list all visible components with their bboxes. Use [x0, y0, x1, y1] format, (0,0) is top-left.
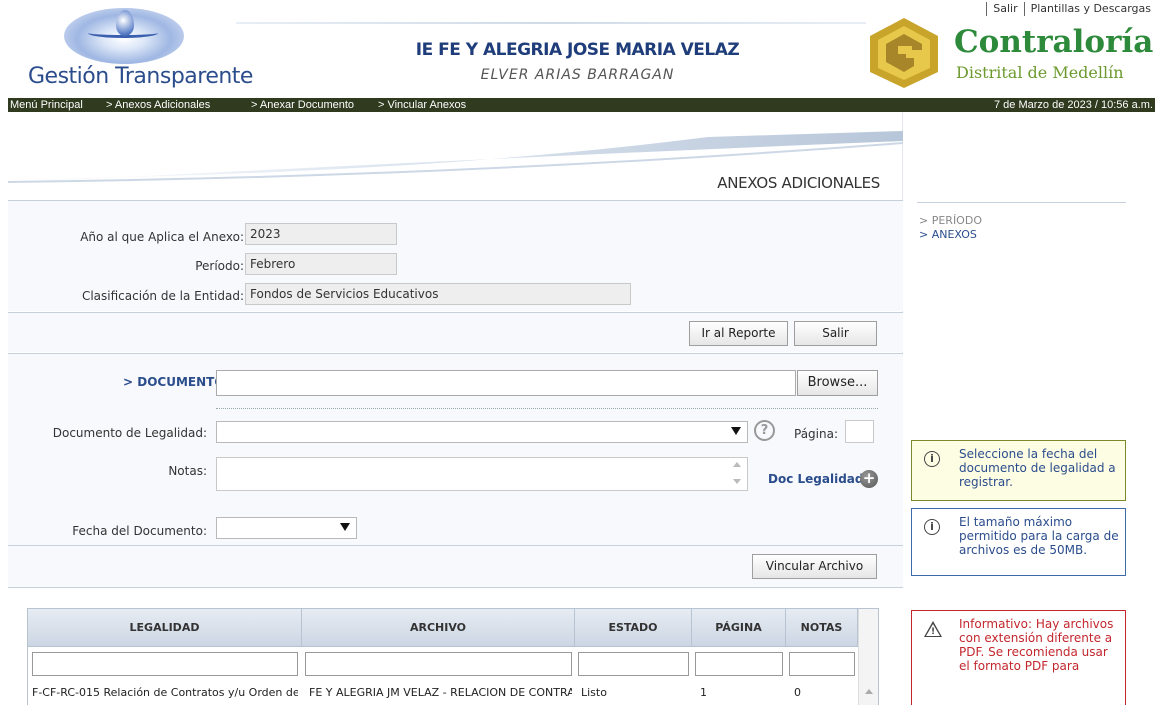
- cell-estado: Listo: [581, 686, 607, 699]
- contraloria-logo[interactable]: Contraloría Distrital de Medellín: [868, 14, 1155, 94]
- cell-legalidad: F-CF-RC-015 Relación de Contratos y/u Or…: [32, 686, 298, 699]
- header-divider: [236, 22, 866, 24]
- pdf-warning-text: Informativo: Hay archivos con extensión …: [959, 617, 1114, 673]
- legal-doc-select[interactable]: [216, 421, 748, 443]
- dropdown-arrow-icon: [731, 427, 741, 435]
- year-field: 2023: [245, 223, 397, 245]
- section-title: ANEXOS ADICIONALES: [717, 174, 880, 192]
- filter-pagina-input[interactable]: [695, 652, 783, 676]
- date-hint-text: Seleccione la fecha del documento de leg…: [959, 447, 1116, 489]
- step-anexos[interactable]: > ANEXOS: [919, 228, 982, 242]
- breadcrumb-anexar-documento[interactable]: > Anexar Documento: [251, 98, 354, 112]
- add-circle-icon[interactable]: +: [860, 470, 878, 488]
- sidebar-divider: [917, 202, 1126, 203]
- warning-mark: !: [931, 627, 936, 637]
- table-header: LEGALIDAD ARCHIVO ESTADO PÁGINA NOTAS: [28, 609, 859, 647]
- filter-legalidad-input[interactable]: [32, 652, 298, 676]
- legal-doc-label: Documento de Legalidad:: [52, 426, 207, 440]
- size-limit-text: El tamaño máximo permitido para la carga…: [959, 515, 1119, 557]
- annex-info-block: Año al que Aplica el Anexo: 2023 Período…: [8, 200, 903, 311]
- contraloria-hexagon-icon: [870, 18, 938, 88]
- classification-field: Fondos de Servicios Educativos: [245, 283, 631, 305]
- info-icon: i: [924, 519, 940, 535]
- file-path-input[interactable]: [216, 370, 796, 396]
- link-file-block: Vincular Archivo: [8, 545, 903, 587]
- breadcrumb: Menú Principal > Anexos Adicionales > An…: [8, 98, 1155, 112]
- contraloria-title: Contraloría: [954, 24, 1154, 60]
- pdf-warning-note: ! Informativo: Hay archivos con extensió…: [911, 610, 1126, 705]
- column-header-archivo[interactable]: ARCHIVO: [302, 609, 575, 647]
- help-icon[interactable]: ?: [754, 420, 775, 441]
- exit-button[interactable]: Salir: [794, 321, 877, 346]
- column-header-pagina[interactable]: PÁGINA: [692, 609, 786, 647]
- scroll-up-icon[interactable]: [865, 689, 873, 694]
- step-list: > PERÍODO > ANEXOS: [919, 214, 982, 242]
- water-drop-icon: [116, 10, 134, 36]
- current-datetime: 7 de Marzo de 2023 / 10:56 a.m.: [994, 99, 1153, 111]
- table-scrollbar[interactable]: [858, 609, 878, 705]
- step-periodo[interactable]: > PERÍODO: [919, 214, 982, 228]
- document-section-label: > DOCUMENTO: [123, 375, 225, 389]
- filter-archivo-input[interactable]: [305, 652, 572, 676]
- page-header: Gestión Transparente IE FE Y ALEGRIA JOS…: [0, 0, 1155, 98]
- annexes-table: LEGALIDAD ARCHIVO ESTADO PÁGINA NOTAS F-…: [27, 608, 879, 705]
- breadcrumb-main-menu[interactable]: Menú Principal: [10, 98, 83, 112]
- page-label: Página:: [794, 427, 839, 441]
- column-header-estado[interactable]: ESTADO: [575, 609, 692, 647]
- period-field: Febrero: [245, 253, 397, 275]
- scroll-down-icon: [733, 479, 741, 484]
- year-label: Año al que Aplica el Anexo:: [80, 230, 244, 244]
- go-to-report-button[interactable]: Ir al Reporte: [689, 321, 788, 346]
- filter-notas-input[interactable]: [789, 652, 855, 676]
- actions-block: Ir al Reporte Salir: [8, 312, 903, 352]
- notes-textarea[interactable]: [216, 457, 748, 491]
- info-icon: i: [924, 451, 940, 467]
- dotted-divider: [216, 408, 878, 409]
- document-form-block: > DOCUMENTO Browse... Documento de Legal…: [8, 353, 903, 545]
- doc-legalidad-link[interactable]: Doc Legalidad: [768, 472, 863, 486]
- document-date-label: Fecha del Documento:: [72, 524, 207, 538]
- cell-archivo: FE Y ALEGRIA JM VELAZ - RELACION DE CONT…: [309, 686, 572, 699]
- breadcrumb-anexos-adicionales[interactable]: > Anexos Adicionales: [106, 98, 210, 112]
- scroll-up-icon: [733, 462, 741, 467]
- period-label: Período:: [195, 259, 244, 273]
- browse-button[interactable]: Browse...: [797, 370, 878, 396]
- contraloria-subtitle: Distrital de Medellín: [956, 63, 1124, 82]
- breadcrumb-vincular-anexos: > Vincular Anexos: [378, 99, 467, 111]
- column-header-notas[interactable]: NOTAS: [786, 609, 858, 647]
- main-panel: ANEXOS ADICIONALES Año al que Aplica el …: [8, 112, 903, 705]
- dropdown-arrow-icon: [340, 523, 350, 531]
- document-date-select[interactable]: [216, 517, 357, 539]
- size-limit-note: i El tamaño máximo permitido para la car…: [911, 508, 1126, 576]
- filter-estado-input[interactable]: [578, 652, 689, 676]
- cell-pagina: 1: [700, 686, 707, 699]
- column-header-legalidad[interactable]: LEGALIDAD: [28, 609, 302, 647]
- notes-label: Notas:: [168, 464, 207, 478]
- date-hint-note: i Seleccione la fecha del documento de l…: [911, 440, 1126, 501]
- cell-notas: 0: [794, 686, 801, 699]
- link-file-button[interactable]: Vincular Archivo: [752, 554, 877, 579]
- classification-label: Clasificación de la Entidad:: [81, 289, 244, 303]
- page-input[interactable]: [845, 420, 874, 443]
- annexes-table-block: LEGALIDAD ARCHIVO ESTADO PÁGINA NOTAS F-…: [8, 587, 903, 705]
